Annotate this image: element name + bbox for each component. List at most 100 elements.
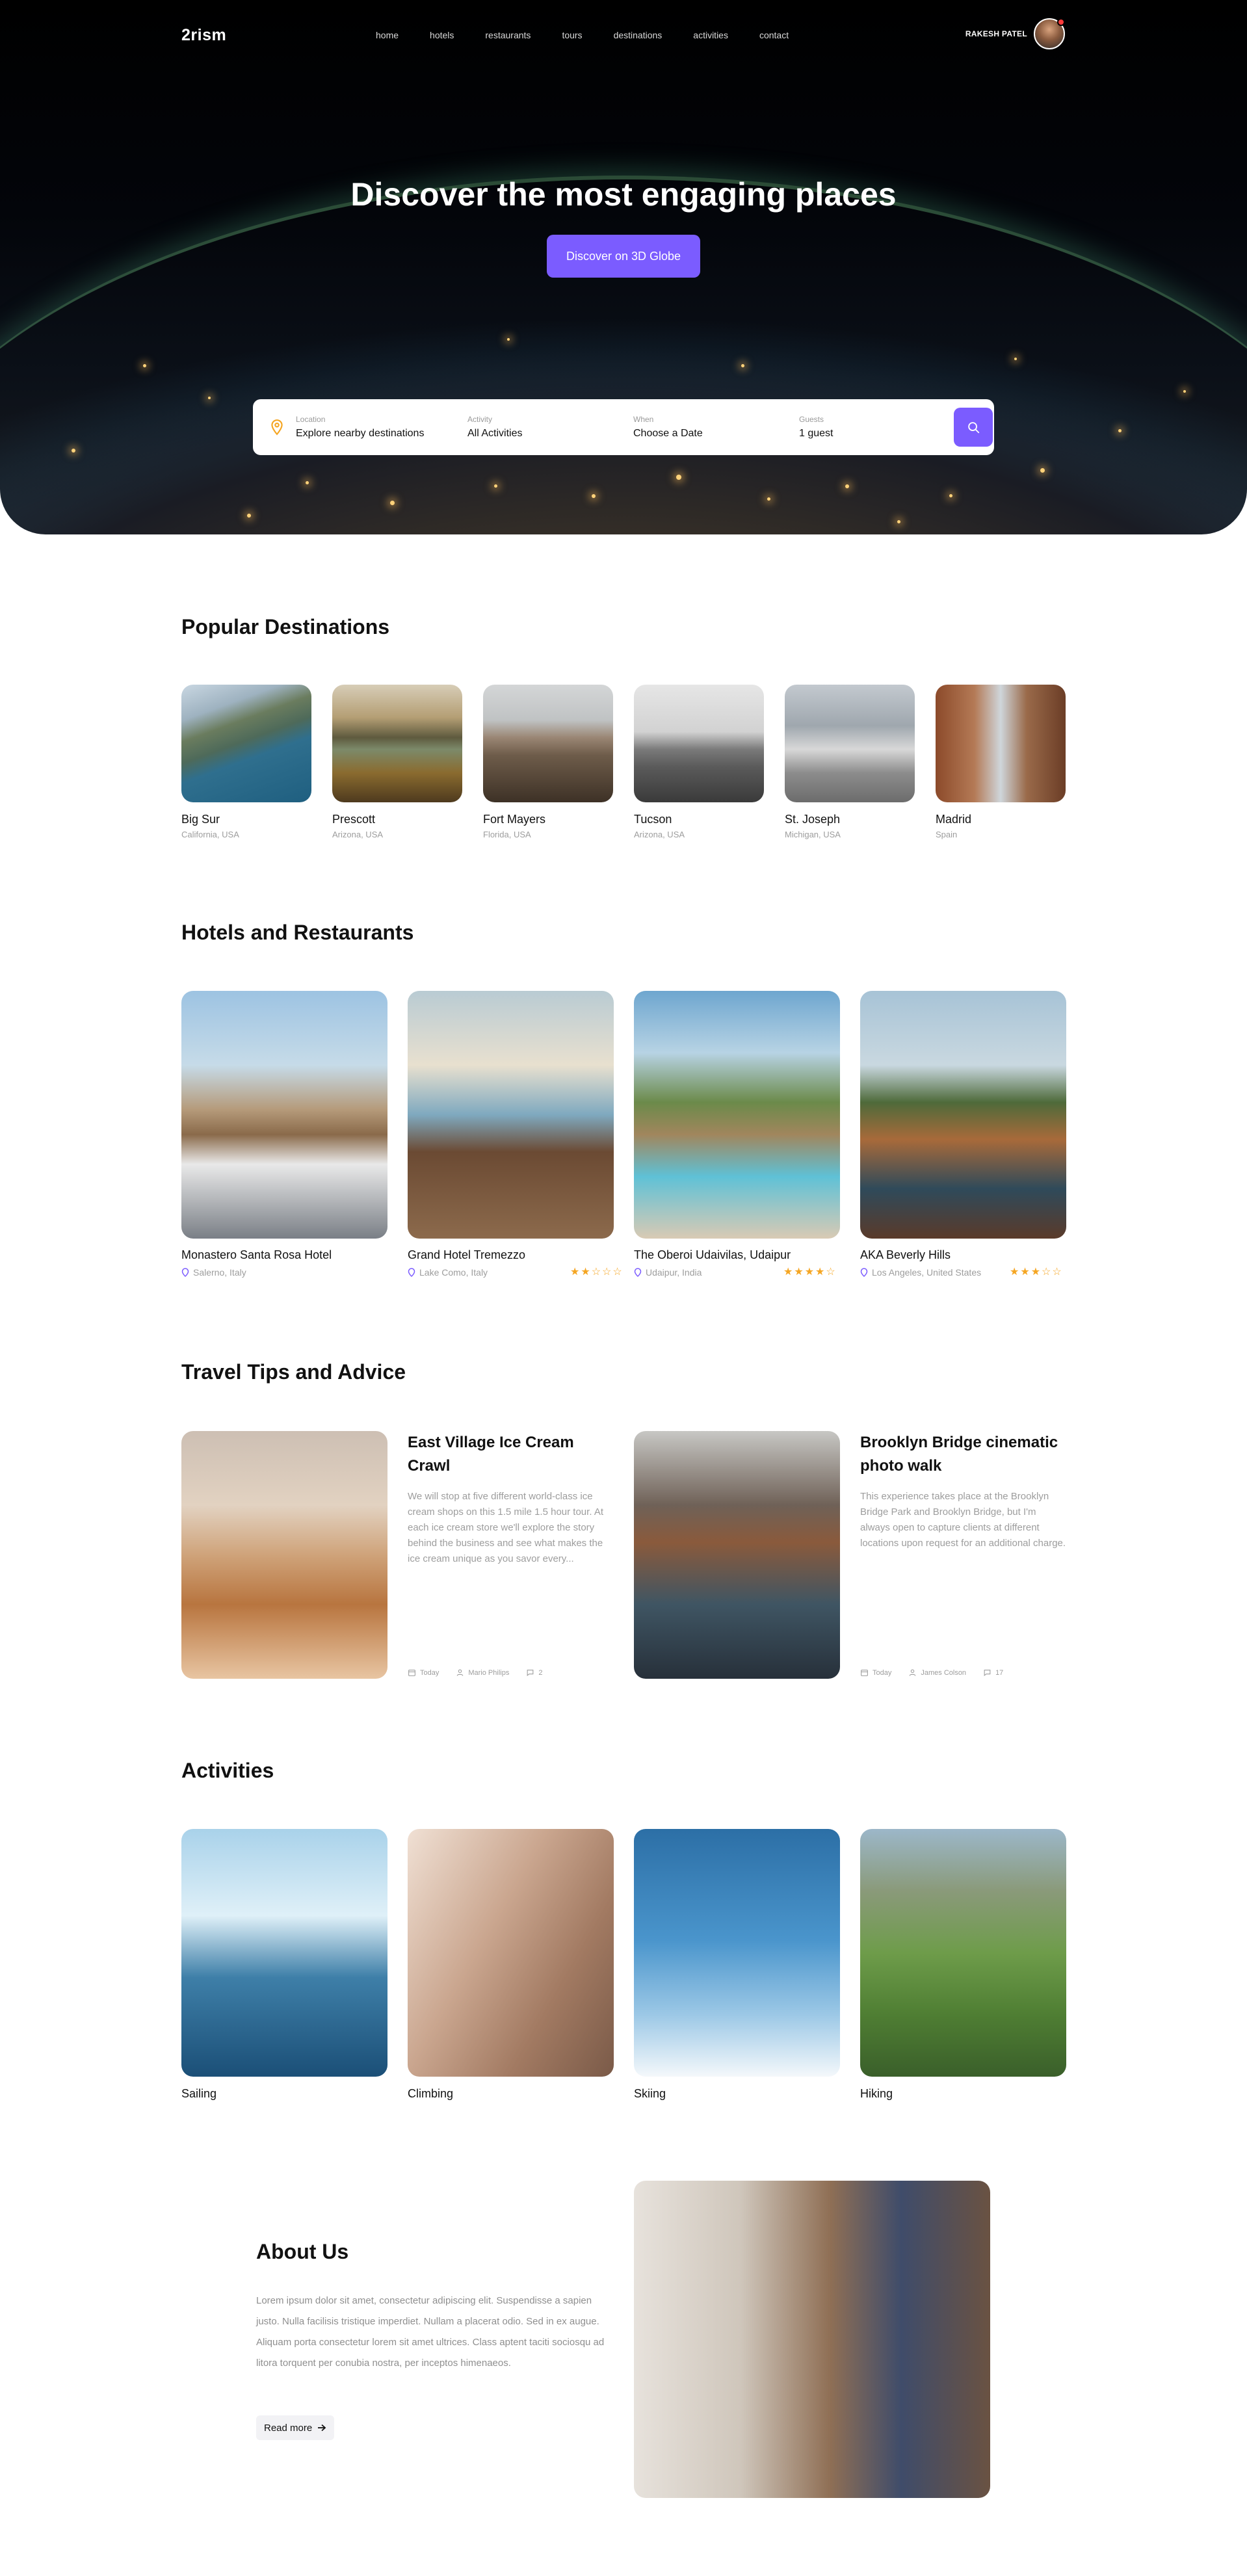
about-title: About Us (256, 2240, 349, 2263)
top-nav: 2rism home hotels restaurants tours dest… (0, 0, 1247, 72)
earth-atmosphere (0, 176, 1247, 534)
destination-location: Florida, USA (483, 830, 531, 839)
tip-comments[interactable]: 2 (526, 1668, 542, 1677)
activity-name[interactable]: Hiking (860, 2087, 893, 2101)
tip-date: Today (408, 1668, 439, 1677)
avatar[interactable] (1034, 18, 1065, 49)
destination-name[interactable]: Big Sur (181, 813, 220, 826)
hotel-location: Udaipur, India (634, 1267, 702, 1278)
hotels-title: Hotels and Restaurants (181, 921, 414, 944)
star-empty-icon: ☆ (1052, 1267, 1062, 1278)
star-empty-icon: ☆ (602, 1267, 612, 1278)
nav-link-restaurants[interactable]: restaurants (485, 30, 531, 40)
tip-author[interactable]: James Colson (908, 1668, 966, 1677)
nav-link-tours[interactable]: tours (562, 30, 582, 40)
activity-image-sailing[interactable] (181, 1829, 387, 2077)
destination-image-madrid[interactable] (936, 685, 1066, 802)
tip-author[interactable]: Mario Philips (456, 1668, 509, 1677)
tip-image-ice-cream[interactable] (181, 1431, 387, 1679)
destination-image-fort-mayers[interactable] (483, 685, 613, 802)
nav-link-hotels[interactable]: hotels (430, 30, 454, 40)
calendar-icon (861, 1670, 868, 1676)
logo[interactable]: 2rism (181, 26, 226, 45)
destination-name[interactable]: Prescott (332, 813, 375, 826)
star-filled-icon: ★ (804, 1267, 815, 1278)
search-bar: Location Explore nearby destinations Act… (253, 399, 994, 455)
hotel-name[interactable]: Monastero Santa Rosa Hotel (181, 1248, 332, 1262)
nav-link-home[interactable]: home (376, 30, 399, 40)
nav-link-activities[interactable]: activities (693, 30, 728, 40)
discover-globe-button[interactable]: Discover on 3D Globe (547, 235, 700, 278)
tip-text: We will stop at five different world-cla… (408, 1491, 603, 1564)
search-activity-field[interactable]: Activity All Activities (467, 399, 633, 455)
tip-title[interactable]: Brooklyn Bridge cinematic photo walk (860, 1431, 1068, 1478)
activity-name[interactable]: Sailing (181, 2087, 217, 2101)
hotel-rating: ★ ★ ★ ★ ☆ (782, 1267, 835, 1278)
activity-name[interactable]: Skiing (634, 2087, 666, 2101)
star-empty-icon: ☆ (826, 1267, 835, 1278)
star-filled-icon: ★ (794, 1267, 804, 1278)
activity-image-skiing[interactable] (634, 1829, 840, 2077)
search-date-label: When (633, 415, 654, 424)
main-menu: home hotels restaurants tours destinatio… (376, 30, 789, 40)
search-location-value[interactable]: Explore nearby destinations (296, 428, 424, 440)
search-activity-label: Activity (467, 415, 493, 424)
search-location-field[interactable]: Location Explore nearby destinations (269, 399, 467, 455)
user-name[interactable]: RAKESH PATEL (965, 29, 1027, 38)
destination-name[interactable]: St. Joseph (785, 813, 840, 826)
nav-link-contact[interactable]: contact (759, 30, 789, 40)
destination-image-prescott[interactable] (332, 685, 462, 802)
search-location-label: Location (296, 415, 326, 424)
tip-text: This experience takes place at the Brook… (860, 1491, 1066, 1549)
hotel-image[interactable] (408, 991, 614, 1239)
search-activity-value[interactable]: All Activities (467, 428, 522, 440)
location-pin-icon (271, 419, 283, 436)
search-icon (968, 422, 980, 434)
comment-icon (527, 1670, 534, 1676)
destination-location: Arizona, USA (332, 830, 384, 839)
tip-comments[interactable]: 17 (983, 1668, 1003, 1677)
star-filled-icon: ★ (783, 1267, 793, 1278)
tip-title[interactable]: East Village Ice Cream Crawl (408, 1431, 603, 1478)
activity-name[interactable]: Climbing (408, 2087, 453, 2101)
destination-image-tucson[interactable] (634, 685, 764, 802)
user-icon (456, 1669, 464, 1676)
search-guests-field[interactable]: Guests 1 guest (799, 399, 954, 455)
read-more-button[interactable]: Read more (256, 2415, 335, 2440)
tip-date: Today (860, 1668, 891, 1677)
destination-image-st-joseph[interactable] (785, 685, 915, 802)
tip-meta: Today James Colson 17 (860, 1668, 1020, 1677)
hotel-image[interactable] (860, 991, 1066, 1239)
activities-title: Activities (181, 1759, 274, 1782)
user-menu[interactable]: RAKESH PATEL (965, 18, 1065, 49)
destination-name[interactable]: Madrid (936, 813, 971, 826)
hotel-name[interactable]: The Oberoi Udaivilas, Udaipur (634, 1248, 791, 1262)
star-filled-icon: ★ (570, 1267, 580, 1278)
about-image-team (634, 2181, 990, 2498)
search-date-field[interactable]: When Choose a Date (633, 399, 799, 455)
hotel-location-text: Salerno, Italy (193, 1267, 246, 1278)
destination-location: Michigan, USA (785, 830, 841, 839)
activity-image-climbing[interactable] (408, 1829, 614, 2077)
hero-title: Discover the most engaging places (350, 176, 897, 213)
destination-location: Arizona, USA (634, 830, 685, 839)
destination-name[interactable]: Fort Mayers (483, 813, 545, 826)
location-pin-icon (181, 1268, 189, 1277)
destination-location: Spain (936, 830, 958, 839)
hotel-image[interactable] (634, 991, 840, 1239)
activity-image-hiking[interactable] (860, 1829, 1066, 2077)
hotel-image[interactable] (181, 991, 387, 1239)
tip-image-brooklyn-bridge[interactable] (634, 1431, 840, 1679)
hotel-name[interactable]: AKA Beverly Hills (860, 1248, 951, 1262)
location-pin-icon (860, 1268, 868, 1277)
search-date-value[interactable]: Choose a Date (633, 428, 703, 440)
nav-link-destinations[interactable]: destinations (614, 30, 663, 40)
destination-image-big-sur[interactable] (181, 685, 311, 802)
destination-name[interactable]: Tucson (634, 813, 672, 826)
search-guests-value[interactable]: 1 guest (799, 428, 833, 440)
search-button[interactable] (954, 408, 993, 447)
comment-icon (984, 1670, 991, 1676)
hotel-name[interactable]: Grand Hotel Tremezzo (408, 1248, 525, 1262)
star-empty-icon: ☆ (591, 1267, 601, 1278)
star-filled-icon: ★ (1030, 1267, 1041, 1278)
